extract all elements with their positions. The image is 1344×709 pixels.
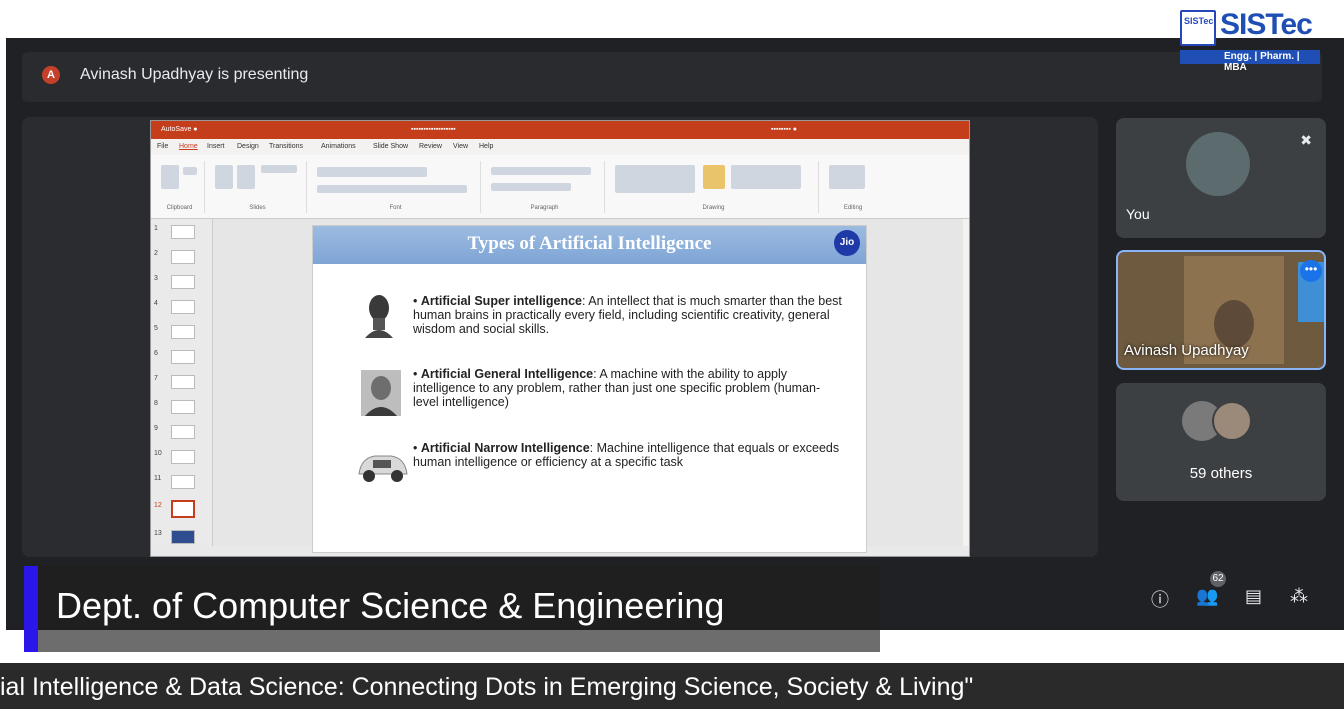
slide-thumbnail <box>171 350 195 364</box>
ppt-tab: Help <box>479 143 494 150</box>
bullet-narrow-intelligence: • Artificial Narrow Intelligence: Machin… <box>413 441 840 469</box>
slide-thumbnail <box>171 530 195 544</box>
participant-name: Avinash Upadhyay <box>1124 342 1249 359</box>
slide-title: Types of Artificial Intelligence <box>467 233 712 254</box>
ppt-document-title: ▪▪▪▪▪▪▪▪▪▪▪▪▪▪▪▪▪▪ <box>411 126 456 133</box>
chat-icon[interactable]: ▤ <box>1245 586 1262 607</box>
slide-thumbnail <box>171 425 195 439</box>
bullet-general-intelligence: • Artificial General Intelligence: A mac… <box>413 367 821 409</box>
slide-thumbnail <box>171 325 195 339</box>
ppt-tab: Slide Show <box>373 143 409 150</box>
people-icon[interactable]: 👥 <box>1196 586 1218 607</box>
self-video-avatar <box>1186 132 1250 196</box>
ppt-tab: File <box>157 143 169 150</box>
thumb-number: 6 <box>154 350 158 357</box>
sistec-badge-text: SISTec <box>1184 16 1214 26</box>
thumb-number: 4 <box>154 300 158 307</box>
bullet-term: Artificial Super intelligence <box>420 294 583 308</box>
bullet-term: Artificial General Intelligence <box>420 367 594 381</box>
slide-thumbnail <box>171 475 195 489</box>
thumb-number: 11 <box>154 475 162 482</box>
slide-thumbnail <box>171 250 195 264</box>
thumb-number: 5 <box>154 325 158 332</box>
thumb-number-active: 12 <box>154 502 162 509</box>
thumb-number: 9 <box>154 425 158 432</box>
participant-name: You <box>1126 206 1150 222</box>
people-count-badge: 62 <box>1210 571 1226 587</box>
slide-thumbnail <box>171 400 195 414</box>
ppt-tab: View <box>453 143 469 150</box>
slide-thumbnail <box>171 300 195 314</box>
participant-tile-self[interactable]: ✖ You <box>1116 118 1326 238</box>
top-strip <box>0 0 1344 38</box>
presenter-avatar: A <box>42 66 60 84</box>
slide-thumbnail <box>171 275 195 289</box>
ribbon-group-label: Font <box>389 205 402 211</box>
portrait-image <box>361 370 401 416</box>
ribbon-group-drawing: Drawing <box>609 161 819 213</box>
ppt-tab: Review <box>419 143 442 150</box>
sistec-tagline: Engg. | Pharm. | MBA <box>1224 51 1300 73</box>
participant-avatar <box>1212 401 1252 441</box>
ribbon-group-paragraph: Paragraph <box>485 161 605 213</box>
autosave-toggle: AutoSave ● <box>161 126 198 133</box>
participant-tile-others[interactable]: 59 others <box>1116 383 1326 501</box>
participant-tile-presenter[interactable]: ••• Avinash Upadhyay <box>1116 250 1326 370</box>
thumb-number: 1 <box>154 225 158 232</box>
thumb-number: 3 <box>154 275 158 282</box>
thumb-number: 2 <box>154 250 158 257</box>
ppt-ribbon-tabs: File Home Insert Design Transitions Anim… <box>151 139 969 155</box>
info-icon[interactable]: ⓘ <box>1151 586 1169 612</box>
ppt-tab: Design <box>237 143 259 150</box>
self-driving-car-image <box>358 455 408 482</box>
presenting-status: Avinash Upadhyay is presenting <box>80 66 309 83</box>
human-head-image <box>365 295 393 338</box>
ppt-ribbon: Clipboard Slides Font Paragraph Drawing … <box>151 155 969 219</box>
ribbon-group-label: Clipboard <box>166 205 193 211</box>
slide-thumbnail <box>171 225 195 239</box>
department-title: Dept. of Computer Science & Engineering <box>56 585 725 626</box>
slide-thumbnail-active <box>171 500 195 518</box>
sistec-badge: SISTec <box>1180 10 1216 46</box>
ribbon-group-editing: Editing <box>823 161 883 213</box>
ppt-title-bar: AutoSave ● ▪▪▪▪▪▪▪▪▪▪▪▪▪▪▪▪▪▪ ▪▪▪▪▪▪▪▪ ● <box>151 121 969 139</box>
banner-accent <box>24 566 38 652</box>
ribbon-group-clipboard: Clipboard <box>155 161 205 213</box>
thumb-number: 8 <box>154 400 158 407</box>
ppt-tab: Insert <box>207 143 225 150</box>
slide-header: Types of Artificial Intelligence Jio <box>313 226 866 264</box>
thumb-number: 13 <box>154 530 162 537</box>
ribbon-group-slides: Slides <box>209 161 307 213</box>
ribbon-group-label: Editing <box>843 205 863 211</box>
more-options-icon[interactable]: ••• <box>1300 260 1322 282</box>
activities-icon[interactable]: ⁂ <box>1290 586 1308 607</box>
slide-thumbnail-pane: 1 2 3 4 5 6 7 8 9 10 11 12 13 <box>151 219 213 549</box>
ribbon-group-font: Font <box>311 161 481 213</box>
thumb-number: 7 <box>154 375 158 382</box>
others-count-label: 59 others <box>1189 465 1253 482</box>
mic-off-icon: ✖ <box>1300 132 1312 148</box>
thumb-number: 10 <box>154 450 162 457</box>
bullet-term: Artificial Narrow Intelligence <box>420 441 590 455</box>
ppt-tab: Animations <box>321 143 356 150</box>
ppt-tab: Home <box>179 143 198 150</box>
ppt-user: ▪▪▪▪▪▪▪▪ ● <box>771 126 798 133</box>
ticker-text: ial Intelligence & Data Science: Connect… <box>0 673 974 701</box>
ribbon-group-label: Drawing <box>702 205 725 211</box>
sistec-name: SISTec <box>1220 8 1313 41</box>
sistec-logo: SISTec SISTec Engg. | Pharm. | MBA <box>1180 2 1320 94</box>
slide-thumbnail <box>171 450 195 464</box>
ppt-tab: Transitions <box>269 143 303 150</box>
jio-logo: Jio <box>834 230 860 256</box>
current-slide: Types of Artificial Intelligence Jio • A… <box>312 225 867 553</box>
slide-thumbnail <box>171 375 195 389</box>
bullet-super-intelligence: • Artificial Super intelligence: An inte… <box>413 294 842 336</box>
ribbon-group-label: Slides <box>249 205 266 211</box>
ribbon-group-label: Paragraph <box>530 205 559 211</box>
